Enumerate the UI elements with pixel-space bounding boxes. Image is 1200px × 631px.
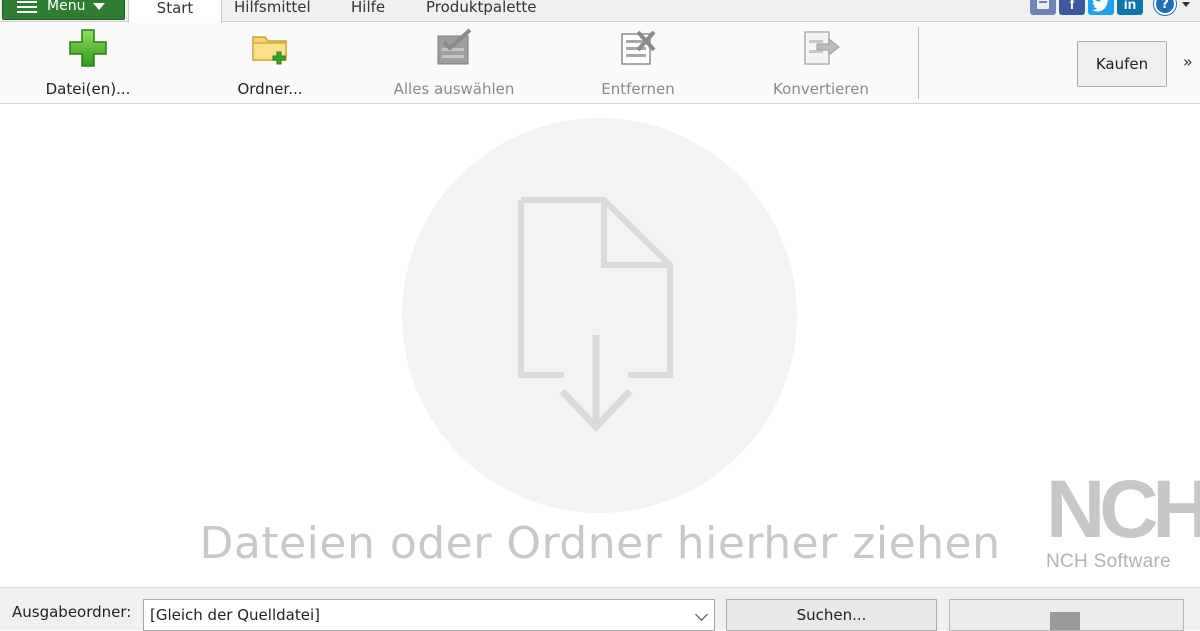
convert-button[interactable]: Konvertieren <box>771 26 871 100</box>
output-folder-value: [Gleich der Quelldatei] <box>150 606 320 624</box>
tab-produktpalette[interactable]: Produktpalette <box>426 0 537 22</box>
tab-label: Produktpalette <box>426 0 537 16</box>
add-folder-label: Ordner... <box>237 80 303 98</box>
file-drop-icon <box>518 197 673 433</box>
convert-label: Konvertieren <box>773 80 869 98</box>
folder-add-icon <box>248 26 292 70</box>
output-folder-select[interactable]: [Gleich der Quelldatei] <box>143 599 715 631</box>
main-menu-label: Menu <box>47 0 86 14</box>
remove-list-icon <box>616 26 660 70</box>
select-all-label: Alles auswählen <box>393 80 515 98</box>
nch-logo: NCH NCH Software <box>1046 464 1200 573</box>
add-files-label: Datei(en)... <box>45 80 131 98</box>
convert-icon <box>799 26 843 70</box>
tab-label: Hilfsmittel <box>234 0 311 16</box>
buy-button[interactable]: Kaufen <box>1077 41 1167 87</box>
tab-label: Start <box>156 0 194 17</box>
toolbar-divider <box>918 27 919 99</box>
file-drop-area[interactable]: Dateien oder Ordner hierher ziehen NCH N… <box>0 105 1200 587</box>
share-icon[interactable] <box>1030 0 1056 15</box>
output-bar: Ausgabeordner: [Gleich der Quelldatei] S… <box>0 587 1200 631</box>
hamburger-icon <box>17 0 37 14</box>
output-folder-label: Ausgabeordner: <box>12 603 132 621</box>
remove-label: Entfernen <box>601 80 675 98</box>
tab-hilfe[interactable]: Hilfe <box>351 0 385 22</box>
drop-hint-text: Dateien oder Ordner hierher ziehen <box>199 518 1001 569</box>
start-convert-button[interactable] <box>949 599 1184 631</box>
convert-file-icon <box>1050 612 1080 630</box>
checklist-icon <box>432 26 476 70</box>
chevron-down-icon <box>93 3 106 10</box>
tab-label: Hilfe <box>351 0 386 16</box>
browse-button[interactable]: Suchen... <box>726 599 937 631</box>
toolbar: Datei(en)... Ordner... Alles auswählen E… <box>0 22 1200 104</box>
twitter-icon[interactable] <box>1088 0 1114 15</box>
tab-hilfsmittel[interactable]: Hilfsmittel <box>234 0 311 22</box>
help-icon[interactable]: ? <box>1154 0 1176 15</box>
nch-logo-mark: NCH <box>1046 464 1200 555</box>
facebook-icon[interactable]: f <box>1059 0 1085 15</box>
add-files-button[interactable]: Datei(en)... <box>38 26 138 100</box>
tab-start[interactable]: Start <box>128 0 222 23</box>
plus-icon <box>66 26 110 70</box>
chevron-down-icon[interactable] <box>1182 1 1190 7</box>
select-all-button[interactable]: Alles auswählen <box>390 26 518 100</box>
linkedin-icon[interactable]: in <box>1117 0 1143 15</box>
remove-button[interactable]: Entfernen <box>596 26 680 100</box>
chevron-down-icon <box>695 608 708 621</box>
overflow-chevron-icon[interactable]: » <box>1183 52 1193 71</box>
menu-bar: Menu Start Hilfsmittel Hilfe Produktpale… <box>0 0 1200 23</box>
main-menu-button[interactable]: Menu <box>2 0 125 20</box>
social-links: f in ? <box>1030 0 1190 16</box>
add-folder-button[interactable]: Ordner... <box>225 26 315 100</box>
